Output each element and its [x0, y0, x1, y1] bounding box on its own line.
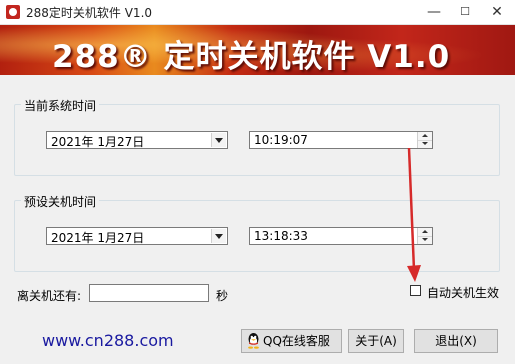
- title-bar: 288定时关机软件 V1.0 — ☐ ✕: [0, 0, 515, 25]
- preset-time-group-label: 预设关机时间: [21, 193, 100, 210]
- preset-time-value: 13:18:33: [254, 229, 308, 243]
- close-button[interactable]: ✕: [481, 0, 513, 24]
- spin-down-icon[interactable]: [418, 140, 432, 148]
- app-banner: 288® 定时关机软件 V1.0: [0, 25, 515, 75]
- preset-date-picker[interactable]: 2021年 1月27日: [46, 227, 228, 245]
- about-button[interactable]: 关于(A): [348, 329, 404, 353]
- preset-time-field[interactable]: 13:18:33: [249, 227, 433, 245]
- preset-time-spinner[interactable]: [417, 228, 432, 244]
- countdown-field[interactable]: [89, 284, 209, 302]
- auto-shutdown-label[interactable]: 自动关机生效: [427, 284, 499, 301]
- qq-support-label: QQ在线客服: [263, 334, 330, 348]
- chevron-down-icon[interactable]: [211, 229, 226, 243]
- current-date-picker[interactable]: 2021年 1月27日: [46, 131, 228, 149]
- current-time-value: 10:19:07: [254, 133, 308, 147]
- chevron-down-icon[interactable]: [211, 133, 226, 147]
- auto-shutdown-checkbox[interactable]: [410, 285, 421, 296]
- minimize-button[interactable]: —: [418, 0, 450, 24]
- window-title: 288定时关机软件 V1.0: [26, 6, 153, 20]
- countdown-unit: 秒: [216, 289, 229, 303]
- exit-button[interactable]: 退出(X): [414, 329, 498, 353]
- spin-down-icon[interactable]: [418, 236, 432, 244]
- maximize-button[interactable]: ☐: [449, 0, 481, 24]
- current-time-spinner[interactable]: [417, 132, 432, 148]
- app-icon: [6, 5, 20, 19]
- qq-penguin-icon: [248, 333, 259, 349]
- current-time-field[interactable]: 10:19:07: [249, 131, 433, 149]
- website-link[interactable]: www.cn288.com: [42, 331, 174, 350]
- current-time-group-label: 当前系统时间: [21, 97, 100, 114]
- current-date-value: 2021年 1月27日: [51, 135, 145, 149]
- qq-support-button[interactable]: QQ在线客服: [241, 329, 342, 353]
- banner-title: 288® 定时关机软件 V1.0: [52, 39, 451, 75]
- preset-date-value: 2021年 1月27日: [51, 231, 145, 245]
- countdown-label: 离关机还有:: [17, 289, 82, 303]
